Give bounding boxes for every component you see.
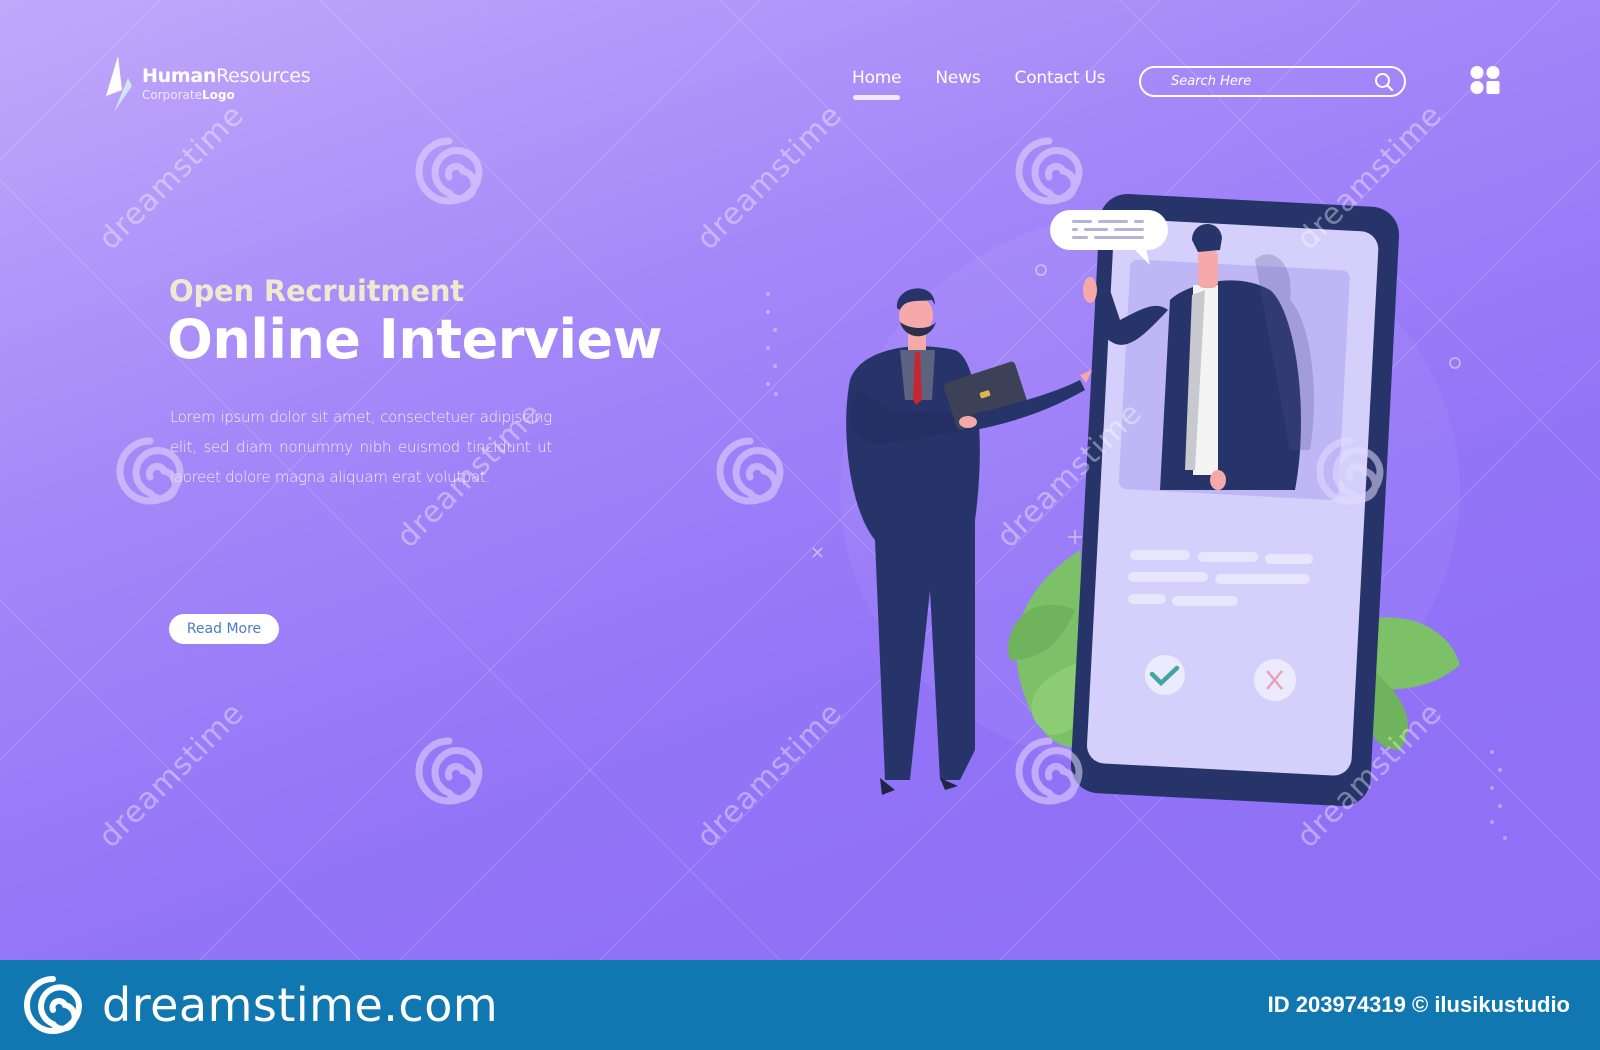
hero-eyebrow: Open Recruitment [169,274,464,308]
apps-grid-icon[interactable] [1469,65,1501,95]
logo-title: HumanResources [142,65,311,87]
read-more-button[interactable]: Read More [169,614,279,644]
lightning-logo-icon [106,56,132,112]
main-nav: Home News Contact Us [852,68,1106,100]
image-credit: ID 203974319 © ilusikustudio [1267,992,1570,1017]
logo[interactable]: HumanResources CorporateLogo [104,56,311,112]
hero-banner: HumanResources CorporateLogo Home News C… [0,0,1600,960]
logo-subtitle: CorporateLogo [142,88,235,102]
nav-home[interactable]: Home [852,68,902,100]
search-icon[interactable] [1374,72,1394,92]
interview-illustration [840,193,1460,807]
dreamstime-spiral-icon [24,976,83,1034]
hero-headline: Online Interview [167,308,663,371]
nav-contact-us[interactable]: Contact Us [1015,68,1106,88]
search-box [1139,66,1406,97]
footer-brand[interactable]: dreamstime.com [22,974,498,1036]
search-input[interactable] [1171,74,1374,89]
footer-brand-name: dreamstime.com [102,978,499,1032]
footer-bar: dreamstime.com ID 203974319 © ilusikustu… [0,960,1600,1050]
nav-news[interactable]: News [935,68,980,88]
hero-body-text: Lorem ipsum dolor sit amet, consectetuer… [170,408,552,486]
